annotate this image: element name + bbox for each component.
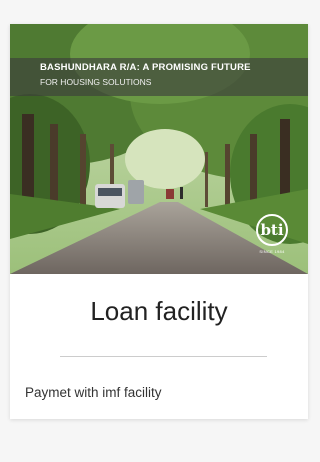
image-banner: BASHUNDHARA R/A: A PROMISING FUTURE FOR … bbox=[10, 58, 308, 96]
card-title: Loan facility bbox=[90, 296, 228, 326]
card-description: Paymet with imf facility bbox=[25, 385, 162, 400]
bti-logo: bti bbox=[256, 214, 288, 246]
card-image: BASHUNDHARA R/A: A PROMISING FUTURE FOR … bbox=[10, 24, 308, 274]
banner-subtitle: FOR HOUSING SOLUTIONS bbox=[40, 77, 152, 87]
title-divider bbox=[60, 356, 267, 357]
bti-logo-caption: SINCE 1984 bbox=[259, 249, 285, 254]
banner-title: BASHUNDHARA R/A: A PROMISING FUTURE bbox=[40, 62, 251, 73]
loan-facility-card[interactable]: BASHUNDHARA R/A: A PROMISING FUTURE FOR … bbox=[10, 24, 308, 419]
